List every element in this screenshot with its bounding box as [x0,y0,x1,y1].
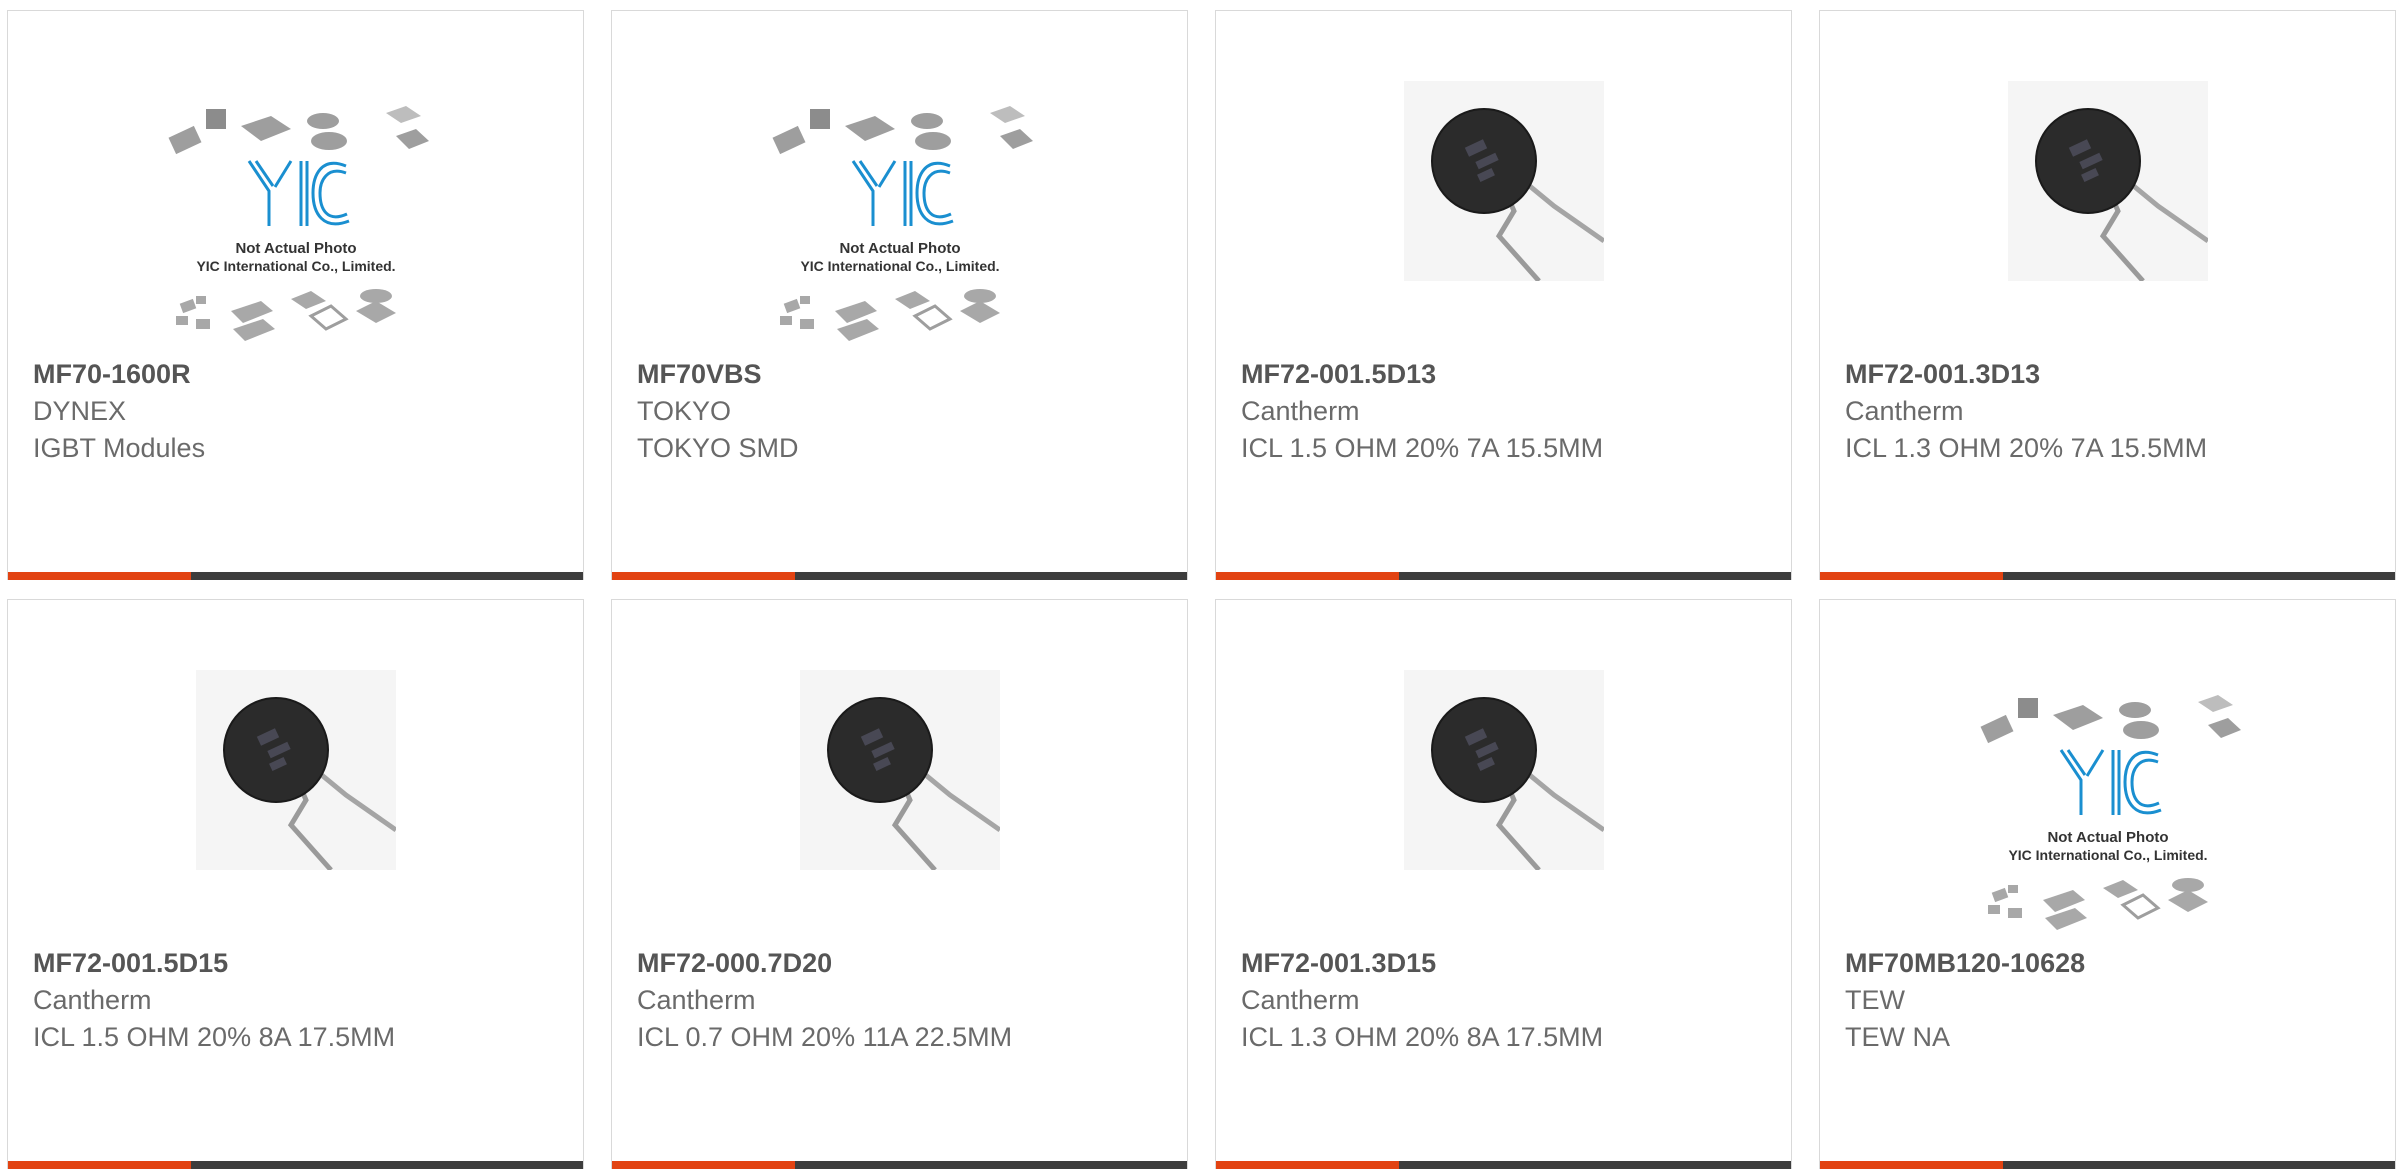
manufacturer-label: Cantherm [1241,396,1360,426]
product-grid: MF70-1600R DYNEX IGBT Modules MF70VBS TO… [0,0,2407,1169]
card-accent [1216,1161,1399,1169]
product-card[interactable]: MF72-001.3D15 Cantherm ICL 1.3 OHM 20% 8… [1215,599,1792,1169]
card-bottom-bar [1216,1161,1791,1169]
thermistor-photo-icon [2007,81,2208,281]
product-card[interactable]: MF72-001.5D15 Cantherm ICL 1.5 OHM 20% 8… [7,599,584,1169]
description-label: TOKYO SMD [637,433,799,463]
part-number-link[interactable]: MF72-001.5D13 [1241,355,1771,393]
thermistor-photo-icon [1403,81,1604,281]
manufacturer-label: DYNEX [33,396,127,426]
description-label: ICL 1.3 OHM 20% 7A 15.5MM [1845,433,2208,463]
card-accent [1820,1161,2003,1169]
description-label: ICL 1.5 OHM 20% 7A 15.5MM [1241,433,1604,463]
card-accent [1216,572,1399,580]
card-bottom-bar [1216,572,1791,580]
card-accent [612,1161,795,1169]
part-number-link[interactable]: MF72-000.7D20 [637,944,1167,982]
description-label: ICL 0.7 OHM 20% 11A 22.5MM [637,1022,1013,1052]
card-accent [1820,572,2003,580]
manufacturer-label: Cantherm [1845,396,1964,426]
product-image[interactable] [1820,690,2395,970]
card-bottom-bar [1820,572,2395,580]
part-number-link[interactable]: MF72-001.5D15 [33,944,563,982]
part-number-link[interactable]: MF70MB120-10628 [1845,944,2375,982]
description-label: TEW NA [1845,1022,1950,1052]
product-card[interactable]: MF70VBS TOKYO TOKYO SMD [611,10,1188,580]
product-card[interactable]: MF70MB120-10628 TEW TEW NA [1819,599,2396,1169]
description-label: ICL 1.5 OHM 20% 8A 17.5MM [33,1022,396,1052]
thermistor-photo-icon [1403,670,1604,870]
product-image[interactable] [1216,81,1791,361]
product-image[interactable] [612,670,1187,950]
placeholder-image-icon [1973,690,2243,940]
thermistor-photo-icon [799,670,1000,870]
product-card[interactable]: MF72-001.5D13 Cantherm ICL 1.5 OHM 20% 7… [1215,10,1792,580]
card-bottom-bar [8,572,583,580]
card-accent [612,572,795,580]
part-number-link[interactable]: MF70-1600R [33,355,563,393]
product-card[interactable]: MF72-000.7D20 Cantherm ICL 0.7 OHM 20% 1… [611,599,1188,1169]
part-number-link[interactable]: MF70VBS [637,355,1167,393]
manufacturer-label: Cantherm [637,985,756,1015]
manufacturer-label: Cantherm [33,985,152,1015]
card-bottom-bar [612,1161,1187,1169]
product-image[interactable] [8,101,583,381]
manufacturer-label: TEW [1845,985,1905,1015]
product-card[interactable]: MF70-1600R DYNEX IGBT Modules [7,10,584,580]
part-number-link[interactable]: MF72-001.3D15 [1241,944,1771,982]
placeholder-image-icon [161,101,431,351]
product-image[interactable] [612,101,1187,381]
placeholder-image-icon [765,101,1035,351]
card-bottom-bar [1820,1161,2395,1169]
product-image[interactable] [8,670,583,950]
manufacturer-label: Cantherm [1241,985,1360,1015]
description-label: ICL 1.3 OHM 20% 8A 17.5MM [1241,1022,1604,1052]
part-number-link[interactable]: MF72-001.3D13 [1845,355,2375,393]
product-image[interactable] [1820,81,2395,361]
product-image[interactable] [1216,670,1791,950]
card-bottom-bar [8,1161,583,1169]
manufacturer-label: TOKYO [637,396,732,426]
product-card[interactable]: MF72-001.3D13 Cantherm ICL 1.3 OHM 20% 7… [1819,10,2396,580]
card-accent [8,572,191,580]
description-label: IGBT Modules [33,433,206,463]
thermistor-photo-icon [195,670,396,870]
card-accent [8,1161,191,1169]
card-bottom-bar [612,572,1187,580]
